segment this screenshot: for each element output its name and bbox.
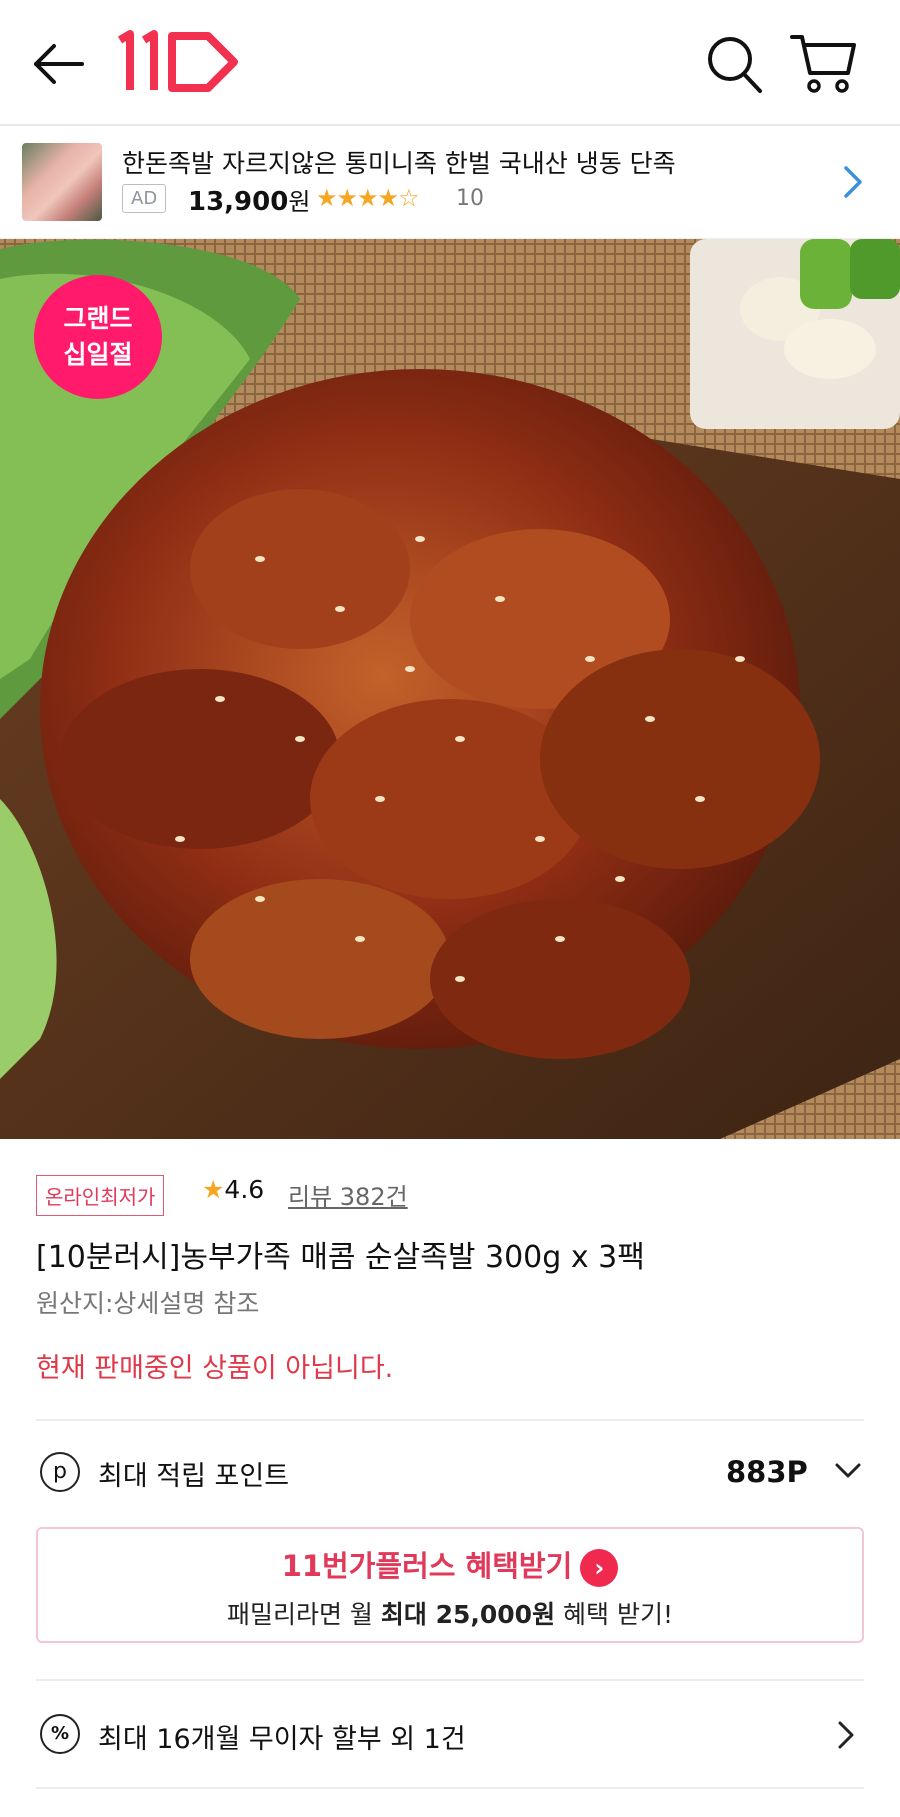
chevron-down-icon[interactable] [834, 1459, 862, 1483]
installment-label[interactable]: 최대 16개월 무이자 할부 외 1건 [98, 1717, 466, 1756]
chevron-right-icon[interactable] [836, 1719, 856, 1751]
plus-sub-pre: 패밀리라면 월 [226, 1600, 381, 1629]
plus-sub-post: 혜택 받기! [555, 1600, 673, 1629]
product-title: [10분러시]농부가족 매콤 순살족발 300g x 3팩 [36, 1240, 645, 1275]
ad-price-unit: 원 [288, 188, 311, 216]
arrow-left-icon[interactable] [30, 40, 86, 88]
grand-11-day-badge: 그랜드 십일절 [34, 275, 162, 399]
plus-benefit-banner[interactable]: 11번가플러스 혜택받기 › 패밀리라면 월 최대 25,000원 혜택 받기! [36, 1527, 864, 1643]
plus-headline[interactable]: 11번가플러스 혜택받기 › [38, 1543, 862, 1587]
ad-review-count: 10 [456, 186, 484, 211]
ad-banner[interactable]: 한돈족발 자르지않은 통미니족 한벌 국내산 냉동 단족 AD 13,900원 … [0, 126, 900, 239]
review-link[interactable]: 리뷰 382건 [288, 1177, 408, 1212]
sale-status-notice: 현재 판매중인 상품이 아닙니다. [36, 1353, 394, 1384]
plus-subtext: 패밀리라면 월 최대 25,000원 혜택 받기! [38, 1595, 862, 1631]
product-origin: 원산지:상세설명 참조 [36, 1289, 260, 1318]
ad-thumbnail[interactable] [22, 143, 102, 221]
search-icon[interactable] [706, 33, 762, 95]
points-value[interactable]: 883P [726, 1455, 808, 1489]
lowest-price-tag: 온라인최저가 [36, 1175, 165, 1216]
ad-price-value: 13,900 [188, 187, 289, 217]
ad-title[interactable]: 한돈족발 자르지않은 통미니족 한벌 국내산 냉동 단족 [122, 144, 676, 180]
arrow-right-circle-icon: › [580, 1549, 619, 1587]
product-rating: ★4.6 [202, 1175, 264, 1204]
ad-star-rating: ★★★★☆ [316, 184, 420, 212]
star-icon: ★ [202, 1175, 225, 1204]
divider [36, 1679, 864, 1681]
point-icon: p [40, 1452, 80, 1492]
rating-value: 4.6 [224, 1175, 265, 1204]
divider [36, 1787, 864, 1789]
badge-line-1: 그랜드 [63, 304, 133, 333]
plus-headline-text: 11번가플러스 혜택받기 [281, 1549, 573, 1583]
cart-icon[interactable] [790, 31, 856, 95]
badge-line-2: 십일절 [63, 340, 133, 369]
percent-icon: % [40, 1714, 80, 1754]
11st-logo[interactable] [112, 28, 244, 94]
plus-sub-bold: 최대 25,000원 [380, 1600, 556, 1629]
ad-badge: AD [122, 184, 167, 213]
top-bar [0, 0, 900, 126]
ad-price: 13,900원 [188, 182, 310, 217]
points-label: 최대 적립 포인트 [98, 1461, 290, 1492]
chevron-right-icon[interactable] [840, 162, 868, 202]
divider [36, 1419, 864, 1421]
